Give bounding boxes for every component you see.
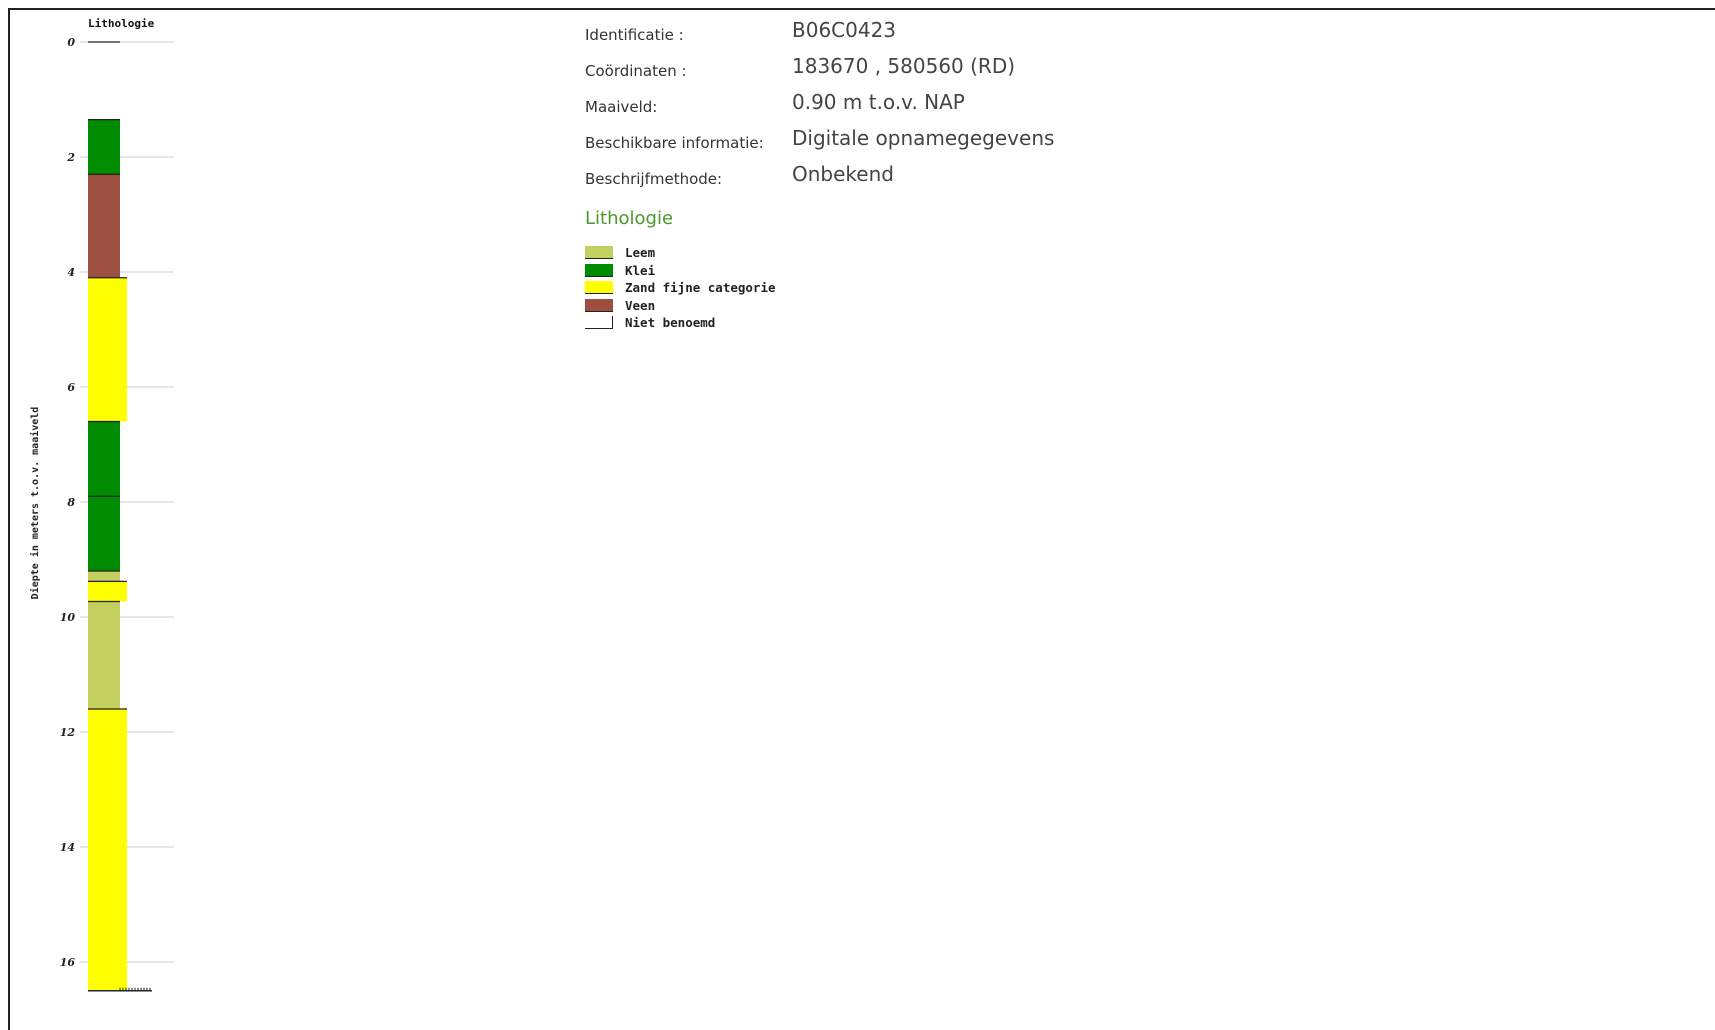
info-label: Beschrijfmethode:: [585, 170, 723, 188]
layer-zand-fijne-categorie: [88, 277, 127, 422]
legend-label: Zand fijne categorie: [625, 280, 776, 295]
y-tick-label: 12: [60, 726, 76, 739]
info-label: Coördinaten :: [585, 62, 687, 80]
info-value: B06C0423: [792, 18, 897, 42]
legend-label: Veen: [625, 297, 656, 313]
info-value: Digitale opnamegegevens: [792, 126, 1055, 150]
info-label: Maaiveld:: [585, 98, 658, 116]
y-tick-label: 16: [60, 956, 76, 969]
legend-label: Klei: [625, 262, 656, 278]
layer-klei: [88, 496, 120, 571]
legend-swatch: [585, 316, 613, 329]
legend-swatch: [585, 246, 613, 259]
chart-title: Lithologie: [88, 17, 155, 30]
layer-leem: [88, 571, 120, 582]
layer-veen: [88, 174, 120, 278]
y-tick-label: 0: [67, 36, 75, 49]
y-tick-label: 2: [66, 151, 75, 164]
y-tick-label: 6: [67, 381, 75, 394]
legend-swatch: [585, 298, 613, 312]
info-value: Onbekend: [792, 162, 894, 186]
y-tick-label: 14: [60, 841, 75, 854]
boring-log-chart: 0 2 4 6 8 10 12 14 16 Lithologie Diepte in meters …: [29, 17, 174, 992]
y-tick-label: 8: [67, 496, 75, 509]
layer-klei: [88, 421, 120, 497]
y-axis-label: Diepte in meters t.o.v. maaiveld: [29, 407, 41, 600]
info-value: 183670 , 580560 (RD): [792, 54, 1016, 78]
layer-zand-fijne-categorie: [88, 581, 127, 602]
legend-label: Leem: [625, 245, 656, 260]
layer-leem: [88, 601, 120, 709]
legend-swatch: [585, 263, 613, 277]
legend-title: Lithologie: [585, 208, 674, 229]
y-tick-label: 4: [67, 266, 75, 279]
layer-klei: [88, 119, 120, 175]
info-label: Beschikbare informatie:: [585, 134, 764, 152]
y-tick-label: 10: [60, 611, 76, 624]
info-value: 0.90 m t.o.v. NAP: [792, 90, 965, 114]
layer-zand-fijne-categorie: [88, 709, 127, 991]
info-label: Identificatie :: [585, 26, 684, 44]
legend-label: Niet benoemd: [625, 315, 716, 330]
legend-swatch: [585, 281, 613, 294]
